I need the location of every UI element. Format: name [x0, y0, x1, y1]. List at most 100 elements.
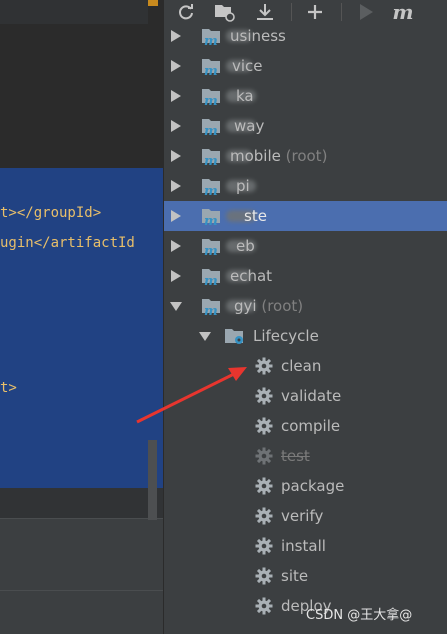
svg-text:m: m — [204, 244, 218, 256]
module-name: pi — [236, 177, 250, 195]
maven-module-icon: m — [202, 59, 220, 76]
module-label: mobile (root) — [230, 141, 327, 171]
module-name: eb — [236, 237, 255, 255]
module-label: echat — [230, 261, 272, 291]
module-label: pi — [236, 171, 250, 201]
chevron-right-icon[interactable] — [170, 270, 182, 282]
phase-label: install — [281, 537, 326, 555]
tree-row-module[interactable]: m usiness — [164, 21, 447, 51]
module-label: gyi (root) — [234, 291, 303, 321]
phase-label: verify — [281, 507, 324, 525]
chevron-right-icon[interactable] — [170, 30, 182, 42]
module-name: mobile — [230, 147, 281, 165]
tree-row-phase-verify[interactable]: verify — [164, 501, 447, 531]
maven-module-icon: m — [202, 89, 220, 106]
tree-row-module[interactable]: m way — [164, 111, 447, 141]
toolbar-separator — [291, 3, 292, 21]
toolbar-separator — [341, 3, 342, 21]
svg-text:m: m — [204, 94, 218, 106]
chevron-right-icon[interactable] — [170, 180, 182, 192]
code-editor[interactable]: t></groupId> ugin</artifactId t> — [0, 0, 163, 634]
module-root-tag: (root) — [280, 147, 328, 165]
svg-text:m: m — [204, 214, 218, 226]
svg-text:m: m — [204, 124, 218, 136]
editor-lower-area — [0, 488, 163, 518]
maven-tool-window: m m usiness m vice m ka m way m mobile (root) m pi m… — [163, 0, 447, 634]
tree-row-module[interactable]: m vice — [164, 51, 447, 81]
module-label: way — [234, 111, 264, 141]
tree-row-module[interactable]: m ste — [164, 201, 447, 231]
module-name: echat — [230, 267, 273, 285]
gear-icon — [255, 477, 273, 495]
chevron-down-icon[interactable] — [199, 330, 211, 342]
gear-icon — [255, 417, 273, 435]
gear-icon — [255, 357, 273, 375]
tree-row-module[interactable]: m ka — [164, 81, 447, 111]
tree-row-module[interactable]: m eb — [164, 231, 447, 261]
svg-text:m: m — [204, 64, 218, 76]
tree-row-phase-validate[interactable]: validate — [164, 381, 447, 411]
chevron-right-icon[interactable] — [170, 150, 182, 162]
editor-bottom-panel — [0, 519, 163, 634]
module-label: vice — [232, 51, 263, 81]
chevron-right-icon[interactable] — [170, 240, 182, 252]
tree-row-module[interactable]: m gyi (root) — [164, 291, 447, 321]
gear-icon — [255, 597, 273, 615]
phase-label: clean — [281, 357, 322, 375]
chevron-right-icon[interactable] — [170, 60, 182, 72]
editor-scrollbar[interactable] — [148, 440, 157, 520]
editor-marker — [148, 0, 158, 6]
chevron-right-icon[interactable] — [170, 90, 182, 102]
chevron-down-icon[interactable] — [170, 300, 182, 312]
phase-label: test — [281, 447, 310, 465]
svg-text:m: m — [204, 184, 218, 196]
lifecycle-folder-icon — [225, 329, 243, 344]
maven-module-icon: m — [202, 209, 220, 226]
phase-label: validate — [281, 387, 342, 405]
module-name: way — [234, 117, 265, 135]
tree-row-phase-site[interactable]: site — [164, 561, 447, 591]
gear-icon — [255, 507, 273, 525]
maven-module-icon: m — [202, 299, 220, 316]
module-name: ka — [236, 87, 254, 105]
module-label: usiness — [230, 21, 286, 51]
tree-row-module[interactable]: m mobile (root) — [164, 141, 447, 171]
phase-label: package — [281, 477, 345, 495]
module-root-tag: (root) — [256, 297, 304, 315]
tree-row-phase-install[interactable]: install — [164, 531, 447, 561]
module-label: ka — [236, 81, 254, 111]
maven-module-icon: m — [202, 119, 220, 136]
module-name: gyi — [234, 297, 257, 315]
module-label: ste — [244, 201, 267, 231]
module-label: eb — [236, 231, 255, 261]
gear-icon — [255, 567, 273, 585]
chevron-right-icon[interactable] — [170, 210, 182, 222]
svg-text:m: m — [204, 34, 218, 46]
gear-icon — [255, 447, 273, 465]
module-name: vice — [232, 57, 263, 75]
code-line-groupid: t></groupId> — [0, 205, 102, 221]
maven-module-icon: m — [202, 29, 220, 46]
phase-label: compile — [281, 417, 341, 435]
svg-text:m: m — [204, 274, 218, 286]
tree-row-module[interactable]: m echat — [164, 261, 447, 291]
module-name: usiness — [230, 27, 286, 45]
svg-text:m: m — [204, 154, 218, 166]
editor-tab-bar — [0, 0, 148, 24]
tree-row-module[interactable]: m pi — [164, 171, 447, 201]
gear-icon — [255, 387, 273, 405]
tree-row-phase-package[interactable]: package — [164, 471, 447, 501]
lifecycle-label: Lifecycle — [253, 327, 319, 345]
tree-row-phase-compile[interactable]: compile — [164, 411, 447, 441]
maven-module-icon: m — [202, 269, 220, 286]
divider — [0, 590, 163, 591]
watermark: CSDN @王大拿@ — [306, 608, 413, 623]
svg-text:m: m — [204, 304, 218, 316]
code-line-artifactid: ugin</artifactId — [0, 235, 135, 251]
tree-row-lifecycle[interactable]: Lifecycle — [164, 321, 447, 351]
maven-module-icon: m — [202, 149, 220, 166]
chevron-right-icon[interactable] — [170, 120, 182, 132]
tree-row-phase-test[interactable]: test — [164, 441, 447, 471]
maven-module-icon: m — [202, 179, 220, 196]
tree-row-phase-clean[interactable]: clean — [164, 351, 447, 381]
